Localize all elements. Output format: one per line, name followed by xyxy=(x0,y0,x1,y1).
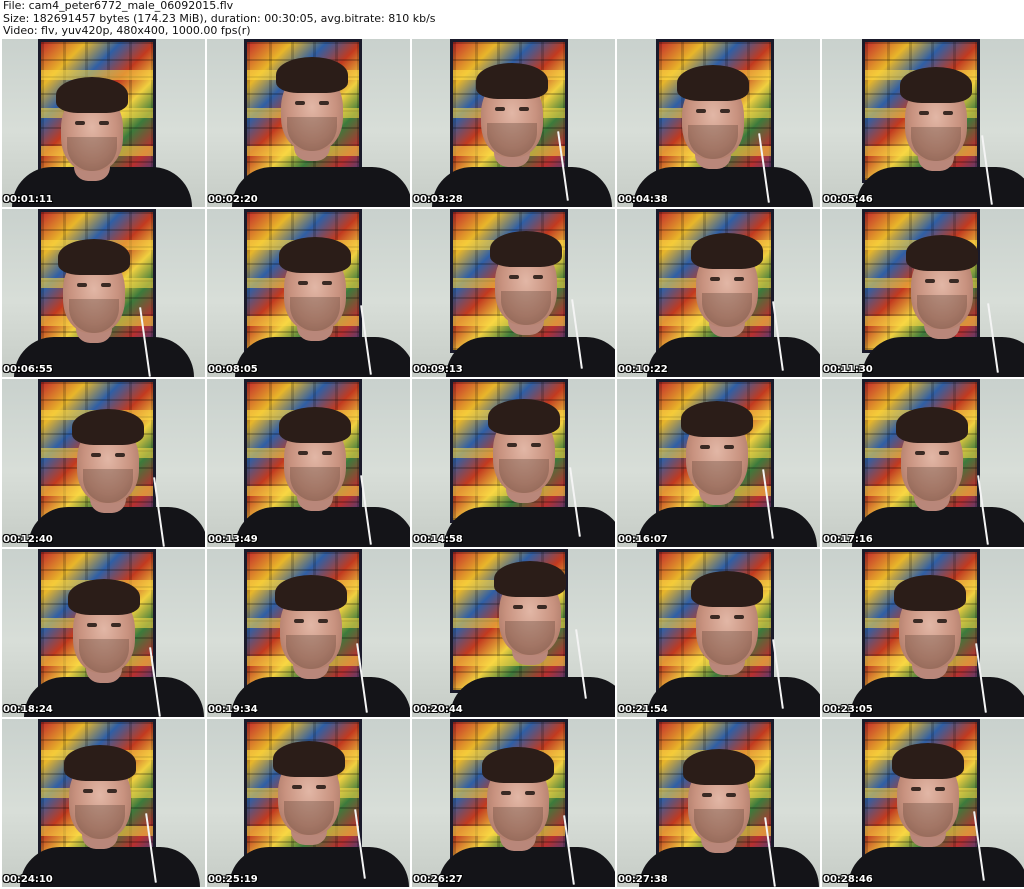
thumbnail-timestamp: 00:08:05 xyxy=(208,364,258,375)
hair xyxy=(900,67,972,103)
file-info-header: File: cam4_peter6772_male_06092015.flv S… xyxy=(3,0,1021,38)
thumbnail-timestamp: 00:03:28 xyxy=(413,194,463,205)
thumbnail-frame: 00:05:46 xyxy=(822,39,1024,207)
thumbnail-timestamp: 00:27:38 xyxy=(618,874,668,885)
hair xyxy=(58,239,130,275)
thumbnail-frame: 00:18:24 xyxy=(2,549,205,717)
hair xyxy=(273,741,345,777)
thumbnail-timestamp: 00:01:11 xyxy=(3,194,53,205)
black-shirt xyxy=(446,337,615,377)
black-shirt xyxy=(850,677,1024,717)
thumbnail-frame: 00:09:13 xyxy=(412,209,615,377)
hair xyxy=(279,407,351,443)
thumbnail-timestamp: 00:24:10 xyxy=(3,874,53,885)
hair xyxy=(279,237,351,273)
black-shirt xyxy=(28,507,205,547)
thumbnail-grid: 00:01:11 00:02:20 00:03:28 00:04:38 00:0… xyxy=(2,39,1024,887)
thumbnail-frame: 00:20:44 xyxy=(412,549,615,717)
thumbnail-timestamp: 00:16:07 xyxy=(618,534,668,545)
thumbnail-timestamp: 00:21:54 xyxy=(618,704,668,715)
hair xyxy=(490,231,562,267)
thumbnail-timestamp: 00:06:55 xyxy=(3,364,53,375)
thumbnail-timestamp: 00:02:20 xyxy=(208,194,258,205)
thumbnail-frame: 00:27:38 xyxy=(617,719,820,887)
hair xyxy=(275,575,347,611)
black-shirt xyxy=(852,507,1024,547)
hair xyxy=(68,579,140,615)
thumbnail-timestamp: 00:26:27 xyxy=(413,874,463,885)
video-info-line: Video: flv, yuv420p, 480x400, 1000.00 fp… xyxy=(3,24,251,37)
thumbnail-frame: 00:17:16 xyxy=(822,379,1024,547)
hair xyxy=(64,745,136,781)
hair xyxy=(681,401,753,437)
thumbnail-frame: 00:03:28 xyxy=(412,39,615,207)
thumbnail-timestamp: 00:05:46 xyxy=(823,194,873,205)
thumbnail-frame: 00:21:54 xyxy=(617,549,820,717)
thumbnail-frame: 00:06:55 xyxy=(2,209,205,377)
thumbnail-timestamp: 00:19:34 xyxy=(208,704,258,715)
black-shirt xyxy=(848,847,1024,887)
thumbnail-frame: 00:11:30 xyxy=(822,209,1024,377)
black-shirt xyxy=(235,337,410,377)
thumbnail-frame: 00:26:27 xyxy=(412,719,615,887)
hair xyxy=(494,561,566,597)
black-shirt xyxy=(444,507,615,547)
hair xyxy=(892,743,964,779)
hair xyxy=(488,399,560,435)
thumbnail-timestamp: 00:20:44 xyxy=(413,704,463,715)
thumbnail-frame: 00:04:38 xyxy=(617,39,820,207)
thumbnail-timestamp: 00:23:05 xyxy=(823,704,873,715)
hair xyxy=(276,57,348,93)
black-shirt xyxy=(856,167,1024,207)
thumbnail-frame: 00:12:40 xyxy=(2,379,205,547)
black-shirt xyxy=(647,677,820,717)
hair xyxy=(894,575,966,611)
hair xyxy=(476,63,548,99)
file-name-line: File: cam4_peter6772_male_06092015.flv xyxy=(3,0,234,12)
thumbnail-timestamp: 00:13:49 xyxy=(208,534,258,545)
black-shirt xyxy=(647,337,820,377)
thumbnail-timestamp: 00:11:30 xyxy=(823,364,873,375)
thumbnail-timestamp: 00:12:40 xyxy=(3,534,53,545)
thumbnail-frame: 00:02:20 xyxy=(207,39,410,207)
black-shirt xyxy=(862,337,1024,377)
thumbnail-frame: 00:08:05 xyxy=(207,209,410,377)
hair xyxy=(906,235,978,271)
hair xyxy=(683,749,755,785)
black-shirt xyxy=(450,677,615,717)
thumbnail-timestamp: 00:14:58 xyxy=(413,534,463,545)
thumbnail-frame: 00:25:19 xyxy=(207,719,410,887)
hair xyxy=(691,233,763,269)
thumbnail-timestamp: 00:25:19 xyxy=(208,874,258,885)
hair xyxy=(691,571,763,607)
thumbnail-frame: 00:23:05 xyxy=(822,549,1024,717)
hair xyxy=(896,407,968,443)
black-shirt xyxy=(438,847,615,887)
thumbnail-frame: 00:10:22 xyxy=(617,209,820,377)
thumbnail-frame: 00:16:07 xyxy=(617,379,820,547)
thumbnail-frame: 00:19:34 xyxy=(207,549,410,717)
thumbnail-timestamp: 00:10:22 xyxy=(618,364,668,375)
thumbnail-frame: 00:24:10 xyxy=(2,719,205,887)
thumbnail-frame: 00:14:58 xyxy=(412,379,615,547)
hair xyxy=(482,747,554,783)
thumbnail-frame: 00:01:11 xyxy=(2,39,205,207)
black-shirt xyxy=(235,507,410,547)
thumbnail-frame: 00:28:46 xyxy=(822,719,1024,887)
thumbnail-timestamp: 00:09:13 xyxy=(413,364,463,375)
thumbnail-timestamp: 00:17:16 xyxy=(823,534,873,545)
thumbnail-timestamp: 00:28:46 xyxy=(823,874,873,885)
hair xyxy=(56,77,128,113)
hair xyxy=(72,409,144,445)
thumbnail-timestamp: 00:04:38 xyxy=(618,194,668,205)
thumbnail-timestamp: 00:18:24 xyxy=(3,704,53,715)
hair xyxy=(677,65,749,101)
thumbnail-frame: 00:13:49 xyxy=(207,379,410,547)
